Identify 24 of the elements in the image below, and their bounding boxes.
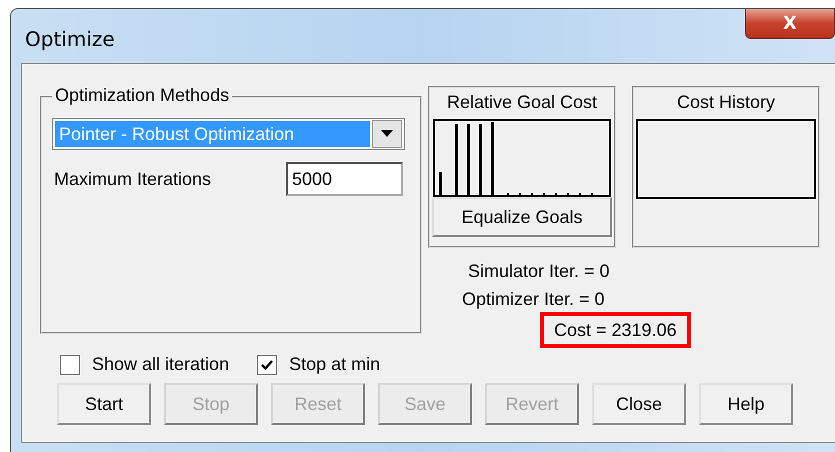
- dialog-button[interactable]: Close: [592, 383, 686, 425]
- panel-title: Relative Goal Cost: [446, 92, 598, 113]
- window-title: Optimize: [25, 27, 115, 51]
- method-dropdown[interactable]: Pointer - Robust Optimization: [52, 118, 405, 150]
- graph-bar: [467, 124, 470, 196]
- iterations-field[interactable]: 5000: [286, 162, 403, 196]
- window-close-button[interactable]: X: [745, 9, 835, 39]
- status-readout: Simulator Iter. = 0: [468, 260, 610, 282]
- checkbox[interactable]: [257, 354, 278, 374]
- status-readout: Optimizer Iter. = 0: [462, 288, 605, 310]
- graph-bar: [439, 172, 442, 196]
- checkbox-label: Stop at min: [289, 354, 380, 375]
- iterations-label: Maximum Iterations: [53, 168, 212, 190]
- equalize-goals-button[interactable]: Equalize Goals: [432, 197, 612, 237]
- check-icon: [260, 358, 274, 372]
- status-readout: Cost = 2319.06: [540, 312, 691, 348]
- checkbox-label: Show all iteration: [92, 354, 230, 375]
- dialog-button[interactable]: Help: [699, 383, 793, 425]
- dialog-button[interactable]: Start: [57, 383, 151, 425]
- group-title: Optimization Methods: [52, 85, 232, 106]
- graph-bar: [479, 124, 482, 196]
- panel-title: Cost History: [676, 92, 775, 113]
- checkbox[interactable]: [60, 354, 80, 374]
- graph-bar: [455, 124, 458, 196]
